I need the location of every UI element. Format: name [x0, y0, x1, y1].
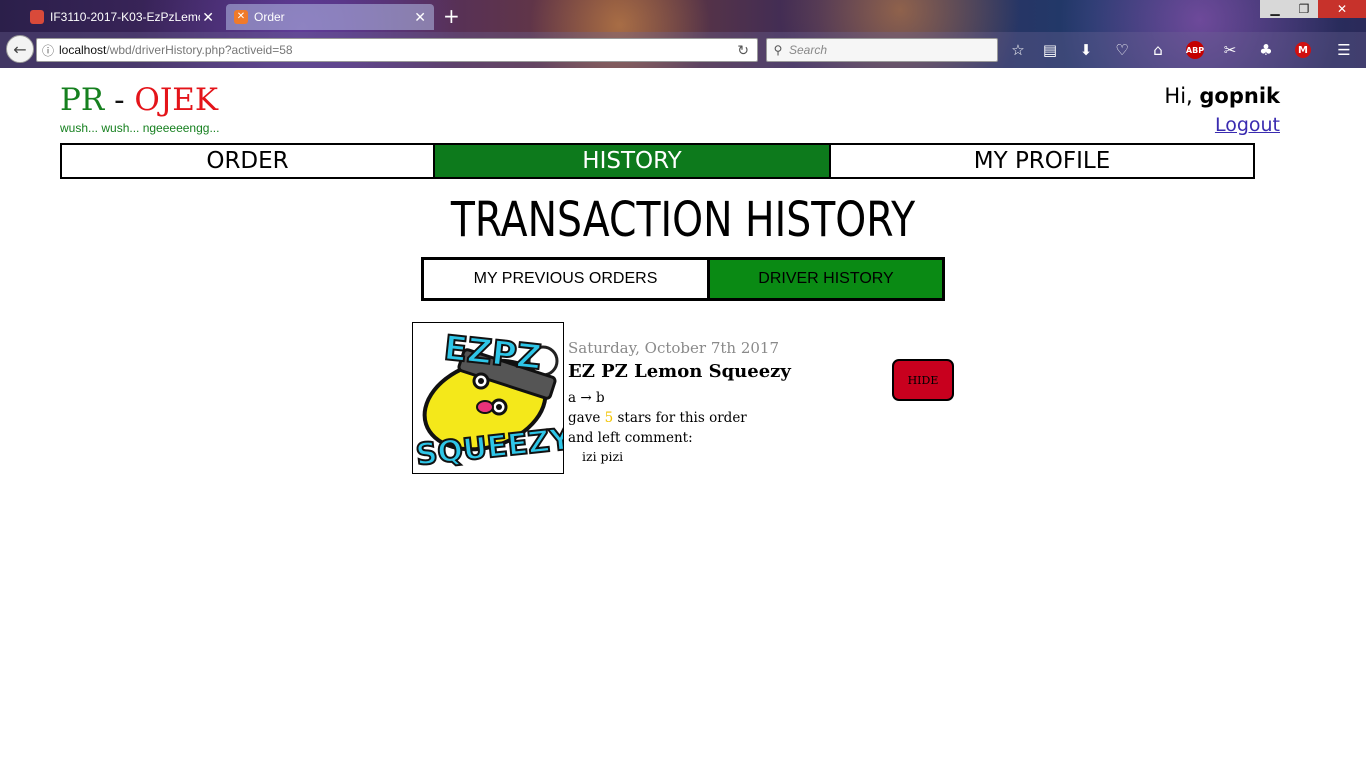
url-host: localhost: [59, 43, 107, 57]
reading-list-icon[interactable]: ▤: [1040, 40, 1060, 60]
minimize-icon[interactable]: ▁: [1260, 0, 1290, 18]
home-icon[interactable]: ⌂: [1148, 40, 1168, 60]
hide-button[interactable]: HIDE: [892, 359, 954, 401]
site-logo: PR - OJEK: [60, 82, 218, 118]
rating-prefix: gave: [568, 410, 605, 426]
favicon-icon: [30, 10, 44, 24]
reload-icon[interactable]: ↻: [737, 42, 749, 59]
address-bar[interactable]: ⓘ localhost/wbd/driverHistory.php?active…: [36, 38, 758, 62]
logo-pr: PR: [60, 82, 105, 118]
tab-driver-history[interactable]: DRIVER HISTORY: [710, 260, 942, 298]
nav-history[interactable]: HISTORY: [435, 145, 831, 177]
comment-label: and left comment:: [568, 430, 693, 446]
info-icon[interactable]: ⓘ: [37, 42, 59, 59]
hamburger-menu-icon[interactable]: ☰: [1334, 40, 1354, 60]
extension-icon[interactable]: ✂: [1220, 40, 1240, 60]
history-entry: Saturday, October 7th 2017 EZ PZ Lemon S…: [568, 338, 791, 466]
nav-order[interactable]: ORDER: [62, 145, 435, 177]
username: gopnik: [1199, 84, 1280, 108]
browser-tab-1[interactable]: IF3110-2017-K03-EzPzLemon ✕: [22, 4, 222, 30]
back-arrow-icon[interactable]: ←: [6, 35, 34, 63]
page-title: TRANSACTION HISTORY: [450, 192, 916, 248]
logo-ojek: OJEK: [134, 82, 219, 118]
order-route: a → b: [568, 390, 605, 406]
tagline: wush... wush... ngeeeeengg...: [60, 121, 220, 135]
download-icon[interactable]: ⬇: [1076, 40, 1096, 60]
xampp-favicon-icon: ✕: [234, 10, 248, 24]
star-count: 5: [604, 410, 614, 426]
main-nav: ORDER HISTORY MY PROFILE: [60, 143, 1255, 179]
search-icon: ⚲: [773, 43, 783, 57]
nav-my-profile[interactable]: MY PROFILE: [831, 145, 1253, 177]
rating-suffix: stars for this order: [613, 410, 747, 426]
tab-title: Order: [254, 10, 285, 24]
bookmark-star-icon[interactable]: ☆: [1008, 40, 1028, 60]
tab-title: IF3110-2017-K03-EzPzLemon: [50, 10, 200, 24]
window-close-icon[interactable]: ✕: [1318, 0, 1366, 18]
url-path: /wbd/driverHistory.php?activeid=58: [106, 43, 293, 57]
rating-line: gave 5 stars for this order: [568, 408, 791, 428]
greeting-prefix: Hi,: [1164, 84, 1200, 108]
new-tab-icon[interactable]: +: [443, 4, 460, 28]
extension-leaf-icon[interactable]: ♣: [1256, 40, 1276, 60]
search-placeholder: Search: [789, 43, 828, 57]
mega-icon[interactable]: M: [1295, 42, 1311, 58]
history-subtabs: MY PREVIOUS ORDERS DRIVER HISTORY: [421, 257, 945, 301]
pocket-icon[interactable]: ♡: [1112, 40, 1132, 60]
lemon-sticker-icon: EZPZ SQUEEZY: [413, 327, 563, 473]
logout-link[interactable]: Logout: [1215, 114, 1280, 136]
logo-separator: -: [114, 82, 125, 118]
adblock-icon[interactable]: ABP: [1186, 41, 1204, 59]
maximize-icon[interactable]: ❐: [1290, 0, 1318, 18]
user-greeting: Hi, gopnik: [1164, 84, 1280, 108]
customer-avatar: EZPZ SQUEEZY: [412, 322, 564, 474]
customer-name: EZ PZ Lemon Squeezy: [568, 361, 791, 382]
search-input[interactable]: ⚲ Search: [766, 38, 998, 62]
browser-chrome: IF3110-2017-K03-EzPzLemon ✕ ✕ Order ✕ + …: [0, 0, 1366, 68]
close-tab-icon[interactable]: ✕: [202, 9, 214, 26]
order-date: Saturday, October 7th 2017: [568, 339, 779, 357]
tab-my-previous-orders[interactable]: MY PREVIOUS ORDERS: [424, 260, 710, 298]
comment-text: izi pizi: [582, 449, 624, 464]
browser-tab-2[interactable]: ✕ Order ✕: [226, 4, 434, 30]
browser-toolbar: ← ⓘ localhost/wbd/driverHistory.php?acti…: [0, 32, 1366, 68]
close-tab-icon[interactable]: ✕: [414, 9, 426, 26]
